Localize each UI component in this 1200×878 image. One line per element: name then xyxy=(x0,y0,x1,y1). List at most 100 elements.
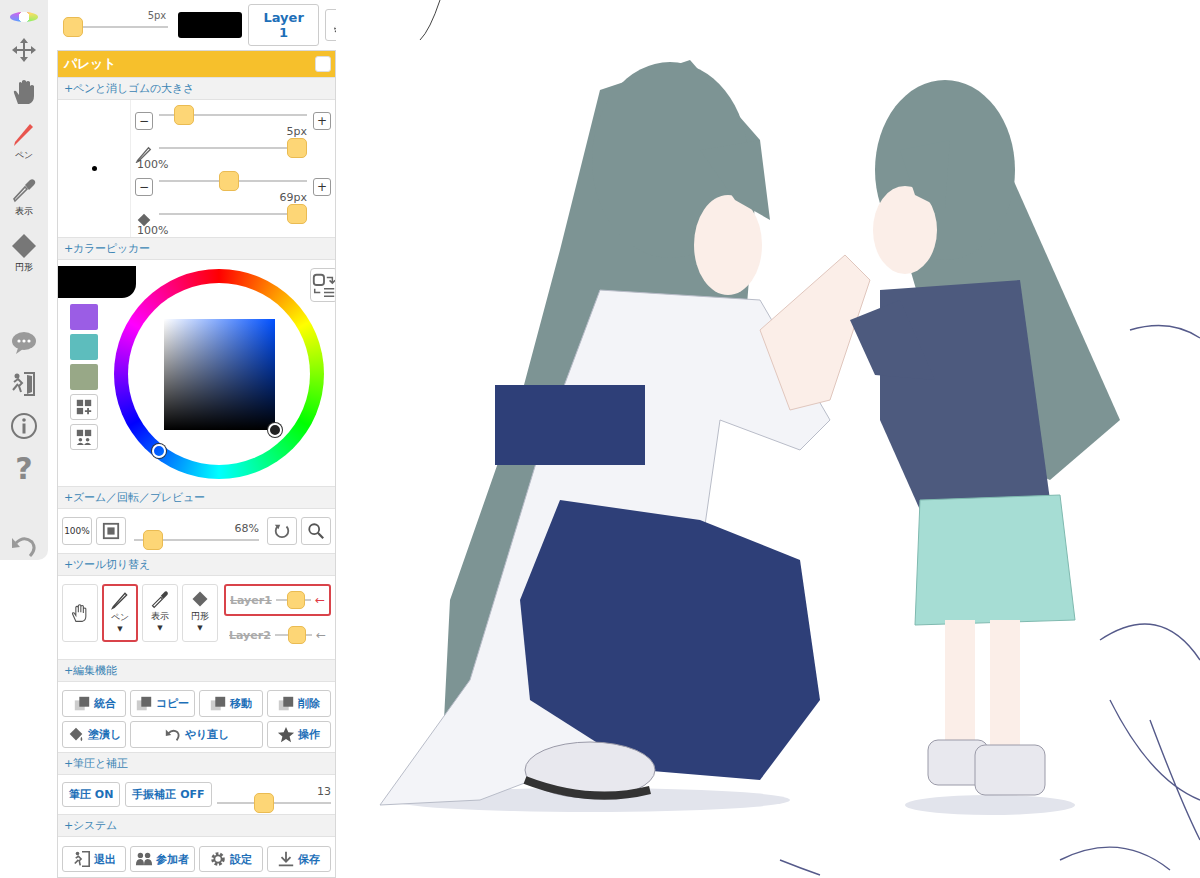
layer-button[interactable]: Layer 1 xyxy=(248,4,320,46)
brush-dot xyxy=(92,166,97,171)
rotate-icon xyxy=(273,522,291,540)
slider-knob[interactable] xyxy=(63,17,83,37)
pin-checkbox[interactable] xyxy=(315,56,331,72)
magnifier-icon xyxy=(307,522,325,540)
eyedropper-icon xyxy=(150,589,170,609)
system-button[interactable]: 退出 xyxy=(62,846,126,872)
system-button[interactable]: 参加者 xyxy=(130,846,194,872)
side-tool[interactable]: 表示 xyxy=(10,176,38,218)
opacity-value: 100% xyxy=(137,224,168,237)
download-icon xyxy=(277,850,295,868)
minus-button[interactable]: − xyxy=(135,178,153,196)
system-button[interactable]: 設定 xyxy=(199,846,263,872)
tool-button[interactable]: 円形▼ xyxy=(182,584,218,642)
section-heading[interactable]: +ツール切り替え xyxy=(58,553,335,576)
hue-ring[interactable] xyxy=(114,269,324,479)
palette-column: 5pxLayer 1パレット+ペンと消しゴムの大きさ−5px+100%−69px… xyxy=(57,0,336,878)
fit-screen-icon xyxy=(102,522,120,540)
layer-opacity-knob[interactable] xyxy=(288,626,306,644)
chat-icon[interactable] xyxy=(10,328,38,356)
brush-size-slider[interactable]: 5px xyxy=(63,22,168,28)
edit-button[interactable]: コピー xyxy=(130,690,194,717)
minus-button[interactable]: − xyxy=(135,112,153,130)
section-heading[interactable]: +ペンと消しゴムの大きさ xyxy=(58,77,335,100)
edit-button[interactable]: 削除 xyxy=(267,690,331,717)
current-color[interactable] xyxy=(58,266,136,298)
plus-button[interactable]: + xyxy=(313,178,331,196)
zoom-section: 100% 68% xyxy=(58,509,335,553)
pressure-section: 筆圧 ON手振補正 OFF13 xyxy=(58,775,335,814)
size-knob[interactable] xyxy=(219,171,239,191)
layer-action-icon xyxy=(277,695,295,713)
size-value: 5px xyxy=(287,125,308,138)
opacity-value: 100% xyxy=(137,158,168,171)
edit-button[interactable]: 塗潰し xyxy=(62,721,126,748)
edit-button[interactable]: やり直し xyxy=(130,721,263,748)
pen-icon xyxy=(10,120,38,148)
tool-button[interactable] xyxy=(62,584,98,642)
shared-swatch-button[interactable] xyxy=(70,424,98,450)
stabilizer-knob[interactable] xyxy=(254,793,274,813)
add-swatch-button[interactable] xyxy=(70,394,98,420)
system-button[interactable]: 保存 xyxy=(267,846,331,872)
opacity-knob[interactable] xyxy=(287,204,307,224)
eraser-icon xyxy=(190,589,210,609)
layer-row[interactable]: Layer2← xyxy=(224,620,331,650)
color-swatch[interactable] xyxy=(70,334,98,360)
help-button[interactable]: ? xyxy=(15,454,32,484)
color-wheel-icon[interactable] xyxy=(10,12,38,22)
info-icon[interactable] xyxy=(10,412,38,440)
hue-marker[interactable] xyxy=(152,444,166,458)
tool-switcher: ペン▼表示▼円形▼Layer1← Layer2← xyxy=(58,576,335,659)
swap-color-button[interactable] xyxy=(310,268,336,302)
color-swatch[interactable] xyxy=(70,364,98,390)
fit-button[interactable] xyxy=(96,517,126,545)
edit-button[interactable]: 移動 xyxy=(199,690,263,717)
sv-marker[interactable] xyxy=(268,423,282,437)
move-arrows-icon[interactable] xyxy=(10,36,38,64)
section-heading[interactable]: +編集機能 xyxy=(58,659,335,682)
people-icon xyxy=(135,850,153,868)
color-swatch[interactable] xyxy=(70,304,98,330)
saturation-value-square[interactable] xyxy=(164,319,275,430)
section-heading[interactable]: +システム xyxy=(58,814,335,837)
edit-button[interactable]: 統合 xyxy=(62,690,126,717)
size-knob[interactable] xyxy=(174,105,194,125)
exit-icon[interactable] xyxy=(10,370,38,398)
zoom-reset-button[interactable]: 100% xyxy=(62,517,92,545)
grid-plus-icon xyxy=(75,398,93,416)
stabilizer-toggle[interactable]: 手振補正 OFF xyxy=(125,782,211,807)
brush-preview xyxy=(58,100,130,237)
section-heading[interactable]: +ズーム／回転／プレビュー xyxy=(58,486,335,509)
section-heading[interactable]: +筆圧と補正 xyxy=(58,752,335,775)
layer-action-icon xyxy=(73,695,91,713)
tool-button[interactable]: ペン▼ xyxy=(102,584,138,642)
size-section: −5px+100%−69px+100% xyxy=(58,100,335,237)
edit-section: 統合コピー移動削除塗潰しやり直し操作 xyxy=(58,682,335,752)
hand-icon xyxy=(70,603,90,623)
opacity-knob[interactable] xyxy=(287,138,307,158)
current-color-swatch[interactable] xyxy=(178,12,242,38)
side-tool[interactable]: ペン xyxy=(10,120,38,162)
zoom-value: 68% xyxy=(235,522,259,535)
undo-icon[interactable] xyxy=(10,532,38,560)
eyedropper-icon xyxy=(10,176,38,204)
side-tool[interactable]: 円形 xyxy=(10,232,38,274)
swap-icon xyxy=(311,272,336,298)
section-heading[interactable]: +カラーピッカー xyxy=(58,237,335,260)
system-section: 退出参加者設定保存 xyxy=(58,837,335,878)
side-toolbar: ペン表示円形? xyxy=(0,0,48,560)
tool-button[interactable]: 表示▼ xyxy=(142,584,178,642)
hand-icon[interactable] xyxy=(10,78,38,106)
plus-button[interactable]: + xyxy=(313,112,331,130)
drawing-canvas[interactable] xyxy=(336,0,1200,878)
layer-opacity-knob[interactable] xyxy=(287,591,305,609)
exit-icon xyxy=(73,850,91,868)
zoom-knob[interactable] xyxy=(143,530,163,550)
pressure-toggle[interactable]: 筆圧 ON xyxy=(62,782,120,807)
preview-button[interactable] xyxy=(301,517,331,545)
layer-row[interactable]: Layer1← xyxy=(224,584,331,616)
rotate-button[interactable] xyxy=(267,517,297,545)
edit-button[interactable]: 操作 xyxy=(267,721,331,748)
drawing-app: ペン表示円形?5pxLayer 1パレット+ペンと消しゴムの大きさ−5px+10… xyxy=(0,0,1200,878)
